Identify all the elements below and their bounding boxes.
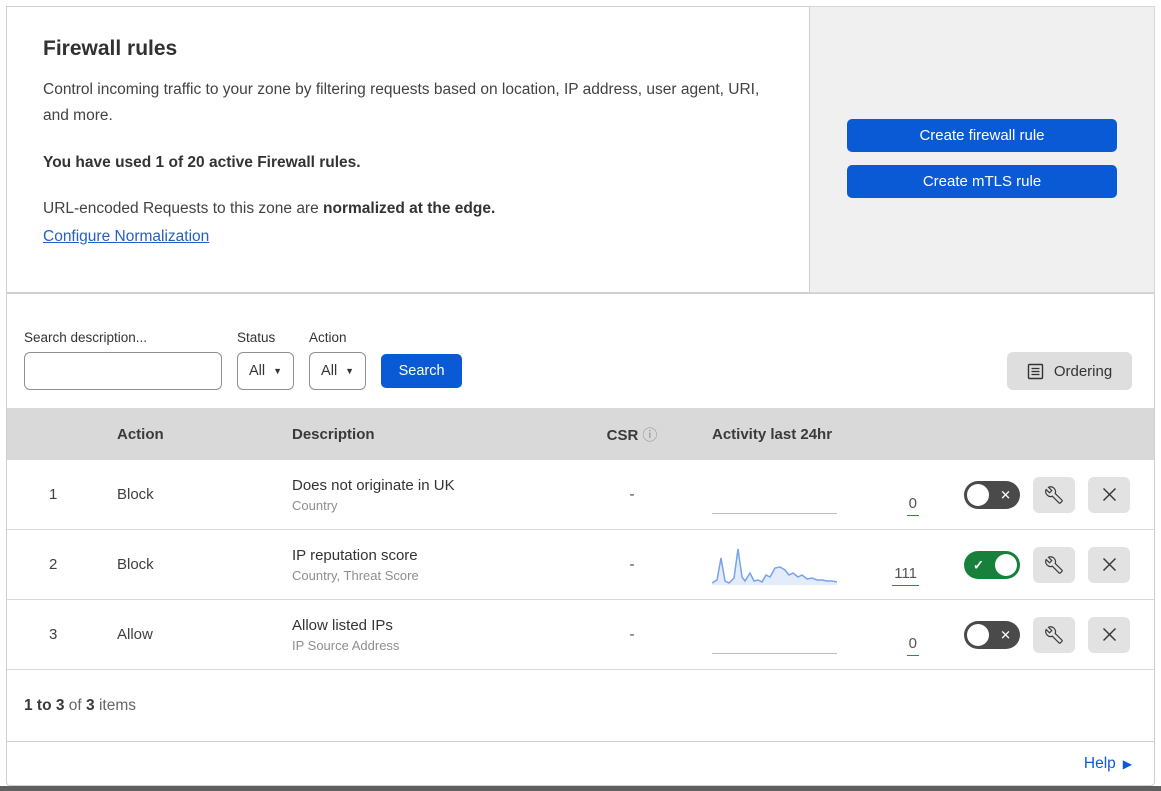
rule-controls: ✓ ✕ (937, 616, 1154, 653)
page-title: Firewall rules (43, 37, 178, 60)
rule-activity-cell: 0 (692, 460, 937, 529)
close-icon (1102, 487, 1116, 502)
rule-description-cell: Allow listed IPs IP Source Address (272, 617, 572, 653)
wrench-icon (1045, 485, 1063, 504)
page-description: Control incoming traffic to your zone by… (43, 81, 760, 124)
table-row: 3 Allow Allow listed IPs IP Source Addre… (7, 600, 1154, 670)
ordering-list-icon (1027, 363, 1044, 379)
actions-panel: Create firewall rule Create mTLS rule (810, 6, 1155, 293)
rule-description-cell: Does not originate in UK Country (272, 477, 572, 513)
activity-count-link[interactable]: 0 (906, 495, 919, 516)
create-mtls-rule-button[interactable]: Create mTLS rule (847, 165, 1117, 198)
column-activity: Activity last 24hr (712, 425, 833, 443)
delete-rule-button[interactable] (1088, 476, 1130, 513)
action-label: Action (309, 330, 347, 345)
rule-action: Block (117, 556, 154, 573)
close-icon (1102, 557, 1116, 572)
chevron-down-icon: ▼ (345, 366, 355, 376)
table-row: 1 Block Does not originate in UK Country… (7, 460, 1154, 530)
rule-controls: ✓ ✕ (937, 476, 1154, 513)
toggle-knob (967, 623, 989, 646)
search-group: Search description... (24, 330, 224, 390)
configure-normalization-link[interactable]: Configure Normalization (43, 228, 209, 246)
filter-bar: Search description... Status All ▼ Actio… (7, 294, 1154, 408)
toggle-knob (967, 483, 989, 506)
ordering-button[interactable]: Ordering (1007, 352, 1132, 390)
activity-count-link[interactable]: 111 (892, 565, 919, 586)
edit-rule-button[interactable] (1033, 476, 1075, 513)
rule-priority: 1 (49, 486, 58, 503)
ordering-button-label: Ordering (1053, 362, 1113, 380)
intro-card: Firewall rules Control incoming traffic … (6, 6, 810, 293)
rules-panel: Search description... Status All ▼ Actio… (6, 293, 1155, 742)
pagination-summary: 1 to 3 of 3 items (24, 696, 137, 714)
usage-text: You have used 1 of 20 active Firewall ru… (43, 154, 361, 172)
edit-rule-button[interactable] (1033, 616, 1075, 653)
x-icon: ✕ (1000, 627, 1011, 642)
rule-enable-toggle[interactable]: ✓ ✕ (964, 480, 1020, 509)
table-row: 2 Block IP reputation score Country, Thr… (7, 530, 1154, 600)
rule-priority: 3 (49, 626, 58, 643)
help-link[interactable]: Help (1084, 755, 1116, 773)
activity-sparkline (712, 548, 837, 585)
table-header: Action Description CSR ⓘ Activity last 24… (7, 408, 1154, 460)
delete-rule-button[interactable] (1088, 546, 1130, 583)
wrench-icon (1045, 625, 1063, 644)
create-firewall-rule-button[interactable]: Create firewall rule (847, 119, 1117, 152)
activity-sparkline-flat (712, 653, 837, 654)
rule-enable-toggle[interactable]: ✓ ✕ (964, 620, 1020, 649)
arrow-right-icon: ▶ (1122, 756, 1132, 771)
rule-activity-cell: 0 (692, 600, 937, 669)
rule-fields: IP Source Address (292, 637, 400, 653)
delete-rule-button[interactable] (1088, 616, 1130, 653)
close-icon (1102, 627, 1116, 642)
action-dropdown-value: All (321, 363, 338, 379)
status-label: Status (237, 330, 276, 345)
rule-priority: 2 (49, 556, 58, 573)
chevron-down-icon: ▼ (273, 366, 283, 376)
action-filter-group: Action All ▼ (309, 330, 367, 390)
rule-description: IP reputation score (292, 546, 418, 564)
edit-rule-button[interactable] (1033, 546, 1075, 583)
x-icon: ✕ (1000, 487, 1011, 502)
info-icon[interactable]: ⓘ (642, 427, 657, 444)
normalization-text: URL-encoded Requests to this zone are no… (43, 200, 496, 218)
activity-count-link[interactable]: 0 (906, 635, 919, 656)
firewall-rules-page: Firewall rules Control incoming traffic … (0, 0, 1161, 791)
top-section: Firewall rules Control incoming traffic … (6, 6, 1155, 293)
rule-description-cell: IP reputation score Country, Threat Scor… (272, 547, 572, 583)
status-dropdown-value: All (249, 363, 266, 379)
search-label: Search description... (24, 330, 148, 345)
rule-csr: - (629, 556, 635, 573)
check-icon: ✓ (973, 557, 984, 572)
rule-csr: - (629, 626, 635, 643)
status-filter-group: Status All ▼ (237, 330, 295, 390)
wrench-icon (1045, 555, 1063, 574)
rule-csr: - (629, 486, 635, 503)
activity-sparkline-flat (712, 513, 837, 514)
help-bar: Help ▶ (6, 742, 1155, 786)
action-dropdown[interactable]: All ▼ (309, 352, 367, 390)
column-action: Action (117, 425, 164, 443)
toggle-knob (995, 553, 1017, 576)
rule-fields: Country (292, 497, 338, 513)
search-button[interactable]: Search (381, 354, 463, 388)
rule-controls: ✓ ✕ (937, 546, 1154, 583)
bottom-edge-strip (0, 786, 1161, 791)
rule-activity-cell: 111 (692, 530, 937, 599)
search-input[interactable] (43, 363, 224, 379)
search-input-wrapper (24, 352, 224, 390)
rule-action: Allow (117, 626, 153, 643)
rule-enable-toggle[interactable]: ✓ ✕ (964, 550, 1020, 579)
column-description: Description (292, 425, 375, 443)
column-csr: CSR ⓘ (606, 426, 658, 444)
rule-fields: Country, Threat Score (292, 567, 419, 583)
rule-action: Block (117, 486, 154, 503)
status-dropdown[interactable]: All ▼ (237, 352, 295, 390)
rule-description: Allow listed IPs (292, 616, 393, 634)
rule-description: Does not originate in UK (292, 476, 455, 494)
